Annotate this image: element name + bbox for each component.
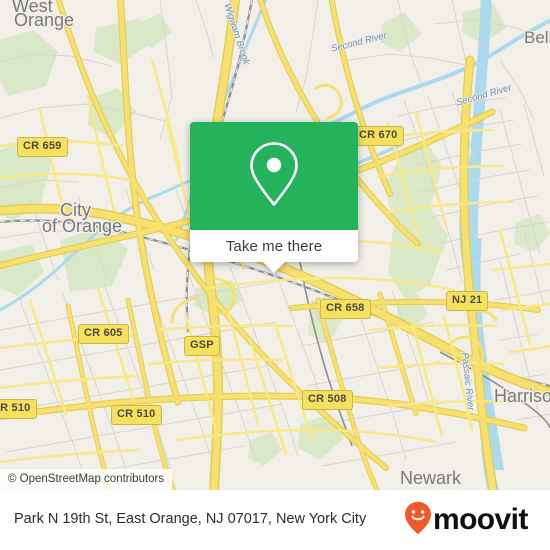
location-popup-card[interactable]: Take me there: [190, 122, 358, 273]
shield-cr-670[interactable]: CR 670: [353, 126, 404, 146]
shield-cr-510-west[interactable]: CR 510: [0, 399, 37, 419]
moovit-map-screen: West Orange Bell City of Orange Harriso n…: [0, 0, 550, 550]
footer-bar: Park N 19th St, East Orange, NJ 07017, N…: [0, 490, 550, 550]
moovit-wordmark: moovit: [433, 503, 528, 536]
popup-footer[interactable]: Take me there: [190, 230, 358, 273]
map-canvas[interactable]: West Orange Bell City of Orange Harriso n…: [0, 0, 550, 490]
moovit-smiley-pin-icon: [404, 501, 432, 540]
shield-cr-659[interactable]: CR 659: [17, 137, 68, 157]
address-text: Park N 19th St, East Orange, NJ 07017, N…: [14, 511, 367, 528]
shield-cr-658[interactable]: CR 658: [320, 299, 371, 319]
location-pin-icon: [248, 141, 300, 212]
shield-cr-510-east[interactable]: CR 510: [111, 405, 162, 425]
osm-attribution[interactable]: © OpenStreetMap contributors: [0, 469, 173, 490]
popup-header: [190, 122, 358, 230]
shield-nj-21[interactable]: NJ 21: [446, 291, 489, 311]
take-me-there-label[interactable]: Take me there: [226, 238, 322, 255]
moovit-logo[interactable]: moovit: [404, 501, 528, 540]
popup-pointer: [263, 262, 285, 273]
shield-gsp[interactable]: GSP: [184, 336, 220, 356]
shield-cr-605[interactable]: CR 605: [78, 324, 129, 344]
shield-cr-508[interactable]: CR 508: [302, 390, 353, 410]
